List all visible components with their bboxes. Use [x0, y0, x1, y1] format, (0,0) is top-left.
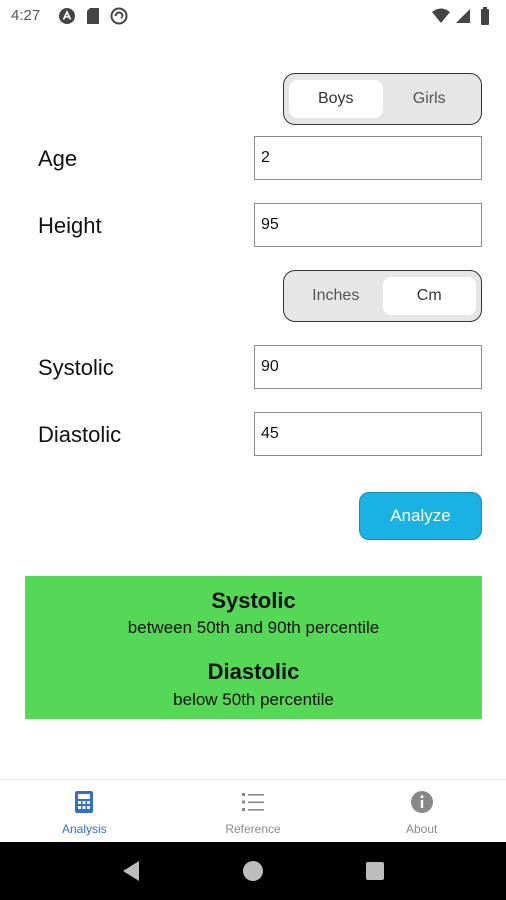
calculator-icon [72, 790, 96, 814]
diastolic-result-text: below 50th percentile [173, 690, 334, 709]
tab-about[interactable]: About [337, 780, 506, 842]
systolic-result-title: Systolic [211, 588, 296, 613]
a-badge-icon [58, 7, 76, 25]
tab-analysis-label: Analysis [61, 822, 107, 836]
back-icon[interactable] [119, 859, 143, 883]
systolic-label: Systolic [38, 355, 114, 380]
battery-icon [476, 7, 494, 25]
diastolic-result-title: Diastolic [207, 659, 300, 684]
unit-option-inches[interactable]: Inches [289, 277, 383, 315]
gender-segmented-control: Boys Girls [283, 73, 482, 125]
tab-reference[interactable]: Reference [169, 780, 338, 842]
list-icon [241, 790, 265, 814]
gender-option-boys[interactable]: Boys [289, 80, 383, 118]
unit-option-cm[interactable]: Cm [382, 277, 476, 315]
systolic-input[interactable] [254, 345, 482, 389]
age-input[interactable] [254, 136, 482, 180]
status-icons-left [58, 7, 128, 25]
diastolic-input[interactable] [254, 412, 482, 456]
gender-option-girls[interactable]: Girls [383, 80, 477, 118]
tab-about-label: About [406, 822, 438, 836]
height-label: Height [38, 213, 102, 238]
diastolic-label: Diastolic [38, 422, 122, 447]
bottom-tab-bar: Analysis Reference About [0, 779, 506, 842]
info-icon [410, 790, 434, 814]
status-bar: 4:27 [0, 0, 506, 32]
app-screen: 4:27 Boys Girls Age 2 Height 95 Inches C… [0, 0, 506, 900]
home-icon[interactable] [241, 859, 265, 883]
tab-reference-label: Reference [225, 822, 281, 836]
height-input[interactable] [254, 203, 482, 247]
units-segmented-control: Inches Cm [283, 270, 482, 322]
analyze-button[interactable]: Analyze [359, 492, 482, 540]
sd-card-icon [84, 7, 102, 25]
tab-analysis[interactable]: Analysis [0, 780, 169, 842]
result-panel: Systolic between 50th and 90th percentil… [25, 576, 482, 719]
systolic-result-text: between 50th and 90th percentile [127, 618, 380, 637]
status-icons-right [432, 7, 494, 25]
wifi-icon [432, 7, 450, 25]
signal-icon [454, 7, 472, 25]
age-label: Age [38, 146, 78, 171]
sync-icon [110, 7, 128, 25]
status-time: 4:27 [11, 7, 41, 24]
system-nav-bar [0, 842, 506, 900]
recents-icon[interactable] [363, 859, 387, 883]
